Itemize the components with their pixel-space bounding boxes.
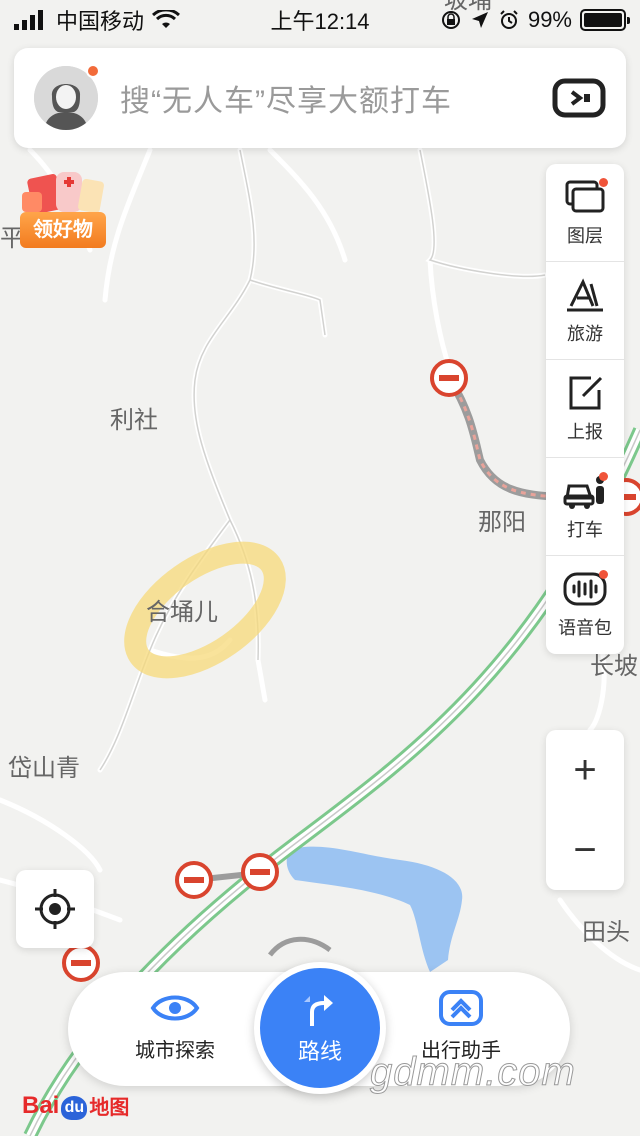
logo-text: Bai [22,1092,60,1119]
tool-layers[interactable]: 图层 [546,164,624,262]
map-label-daishanqing[interactable]: 岱山青 [8,755,80,782]
paw-icon: du [61,1096,88,1120]
battery-icon [580,9,630,31]
tool-taxi[interactable]: 打车 [546,458,624,556]
promo-badge[interactable]: 领好物 [16,162,108,252]
route-button[interactable]: 路线 [254,962,386,1094]
map-label-lishe[interactable]: 利社 [110,407,158,434]
no-entry-sign [430,359,468,397]
watermark: gdmm.com [370,1050,576,1095]
location-arrow-icon [471,12,488,28]
rotation-lock-icon [441,11,460,29]
city-explore-button[interactable]: 城市探索 [100,990,250,1063]
notification-dot [599,472,608,481]
notification-dot [599,570,608,579]
locate-button[interactable] [16,870,94,948]
travel-icon [567,277,603,311]
zoom-out-button[interactable]: − [546,810,624,890]
logo-text: 地图 [89,1097,130,1119]
promo-label[interactable]: 领好物 [20,212,106,248]
carrier-name: 中国移动 [56,9,145,34]
city-explore-label: 城市探索 [135,1040,215,1062]
no-entry-sign [62,944,100,982]
map-side-toolbar: 图层 旅游 上报 打车 语音包 [546,164,624,654]
map-label-tiantou[interactable]: 田头 [582,919,630,946]
route-label: 路线 [297,1039,342,1064]
assistant-icon [439,990,483,1026]
scan-icon[interactable] [552,78,606,118]
tool-report[interactable]: 上报 [546,360,624,458]
no-entry-sign [175,861,213,899]
zoom-control: + − [546,730,624,890]
wifi-icon [152,10,181,28]
tool-travel[interactable]: 旅游 [546,262,624,360]
avatar[interactable] [34,64,100,130]
notification-dot [86,64,100,78]
map-label-heyonger[interactable]: 合埇儿 [146,599,218,626]
signal-icon [14,10,43,30]
tool-label: 图层 [567,225,603,246]
crosshair-icon [35,889,75,929]
status-left: 中国移动 [14,4,244,36]
route-arrow-icon [304,995,333,1026]
notification-dot [599,178,608,187]
tool-voice-pack[interactable]: 语音包 [546,556,624,654]
alarm-icon [500,10,518,29]
map-label-nayang[interactable]: 那阳 [478,509,526,536]
no-entry-sign [241,853,279,891]
report-icon [569,376,603,409]
status-right: 99% [396,7,630,33]
battery-percent: 99% [527,7,572,32]
search-input[interactable]: 搜“无人车”尽享大额打车 [120,76,552,120]
eye-icon [150,995,200,1021]
map-label-changpo[interactable]: 长坡 [590,653,638,680]
tool-label: 旅游 [567,323,603,344]
tool-label: 打车 [567,519,603,540]
tool-label: 上报 [567,421,603,442]
status-bar: 中国移动 上午12:14 99% [0,0,640,40]
search-bar[interactable]: 搜“无人车”尽享大额打车 [14,48,626,148]
status-time: 上午12:14 [270,9,370,34]
zoom-in-button[interactable]: + [546,730,624,810]
battery-fill [584,13,622,27]
tool-label: 语音包 [558,618,612,638]
baidu-map-logo: Bai du 地图 [22,1080,129,1120]
